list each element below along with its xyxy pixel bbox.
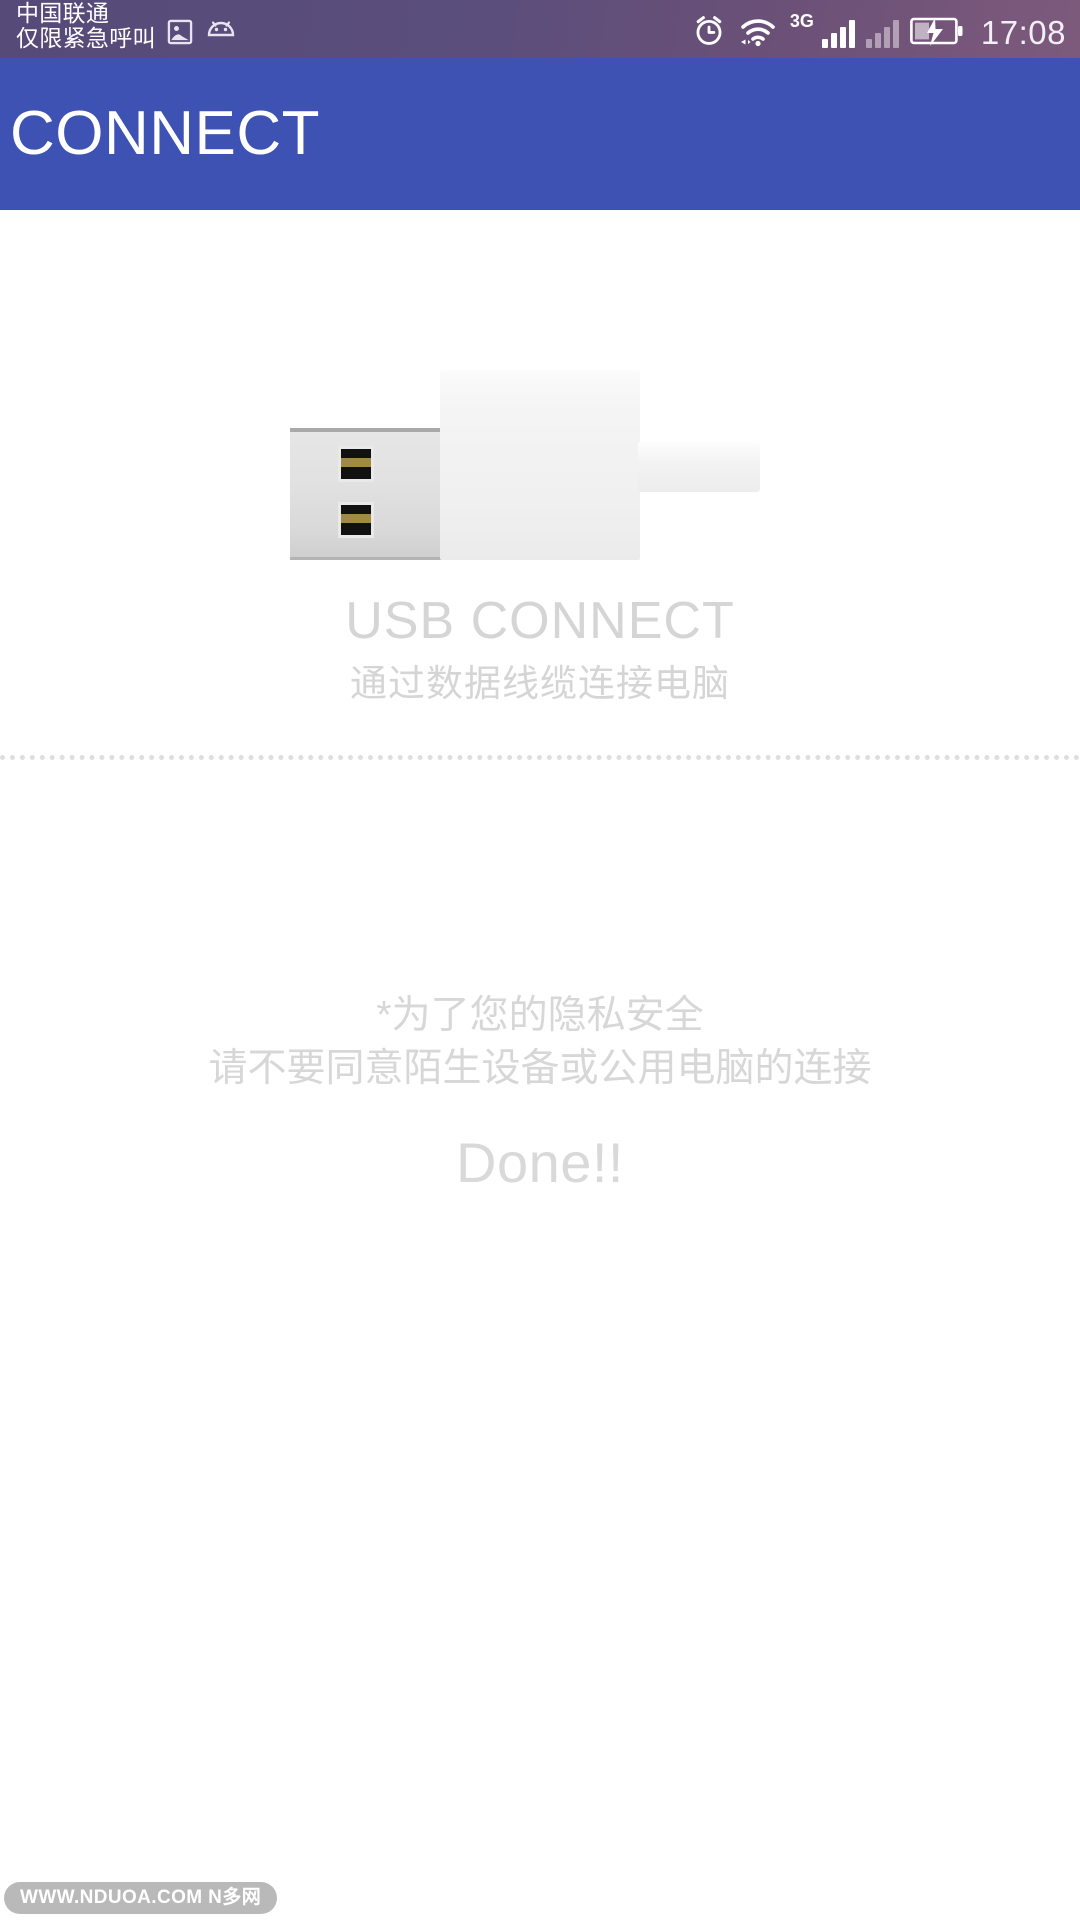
wifi-icon: [737, 15, 779, 52]
usb-cable-strain-relief: [638, 442, 760, 492]
site-watermark: WWW.NDUOA.COM N多网: [4, 1882, 278, 1914]
usb-contact-bottom: [338, 502, 374, 538]
carrier-emergency-only: 仅限紧急呼叫: [16, 24, 156, 51]
signal-bars-secondary-icon: [865, 18, 899, 48]
usb-plastic-body: [440, 370, 640, 560]
status-bar-clock: 17:08: [980, 14, 1066, 51]
usb-connect-subheading: 通过数据线缆连接电脑: [350, 663, 730, 704]
status-bar-right: 3G 17:08: [692, 0, 1066, 58]
usb-metal-shroud: [290, 428, 442, 560]
usb-connect-heading: USB CONNECT: [345, 592, 735, 650]
dotted-divider: [0, 755, 1080, 760]
usb-connector-illustration: [0, 370, 1080, 590]
usb-contact-top: [338, 446, 374, 482]
main-content: USB CONNECT 通过数据线缆连接电脑 *为了您的隐私安全 请不要同意陌生…: [0, 210, 1080, 1920]
network-type-label: 3G: [789, 11, 814, 31]
privacy-notice-line-1: *为了您的隐私安全: [376, 994, 704, 1037]
app-bar: CONNECT: [0, 58, 1080, 210]
privacy-notice: *为了您的隐私安全 请不要同意陌生设备或公用电脑的连接: [0, 990, 1080, 1095]
done-label: Done!!: [456, 1131, 624, 1194]
battery-charging-icon: [910, 16, 964, 51]
carrier-name: 中国联通: [16, 0, 110, 26]
page-title: CONNECT: [10, 99, 321, 168]
usb-plug-graphic: [290, 370, 810, 590]
carrier-label: 中国联通 仅限紧急呼叫: [16, 0, 156, 51]
status-bar-notification-icons: [166, 0, 237, 51]
photo-icon: [166, 18, 194, 51]
status-bar[interactable]: 中国联通 仅限紧急呼叫 3G 17:08: [0, 0, 1080, 58]
android-robot-icon: [205, 20, 237, 49]
signal-bars-icon: [821, 18, 855, 48]
alarm-clock-icon: [692, 14, 726, 53]
status-bar-left: 中国联通 仅限紧急呼叫: [16, 0, 237, 58]
privacy-notice-line-2: 请不要同意陌生设备或公用电脑的连接: [208, 1046, 872, 1090]
